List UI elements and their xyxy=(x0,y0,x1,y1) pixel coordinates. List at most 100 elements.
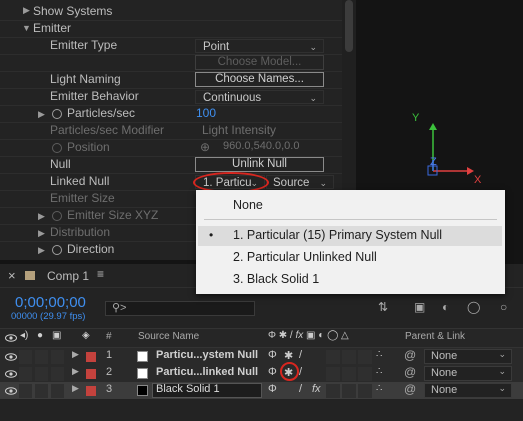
show-systems-label[interactable]: Show Systems xyxy=(33,4,112,18)
parent-dropdown[interactable]: None ⌄ xyxy=(424,349,512,364)
parent-dropdown[interactable]: None ⌄ xyxy=(424,366,512,381)
solo-toggle[interactable] xyxy=(35,367,48,381)
label-color-swatch[interactable] xyxy=(86,386,96,396)
tab-menu-icon[interactable]: ≡ xyxy=(97,267,104,281)
graph-editor-icon[interactable]: ○ xyxy=(500,300,507,314)
search-input[interactable]: ⚲˃ xyxy=(105,301,255,316)
motion-blur-toggle[interactable] xyxy=(342,384,356,398)
draft-3d-icon[interactable]: ▣ xyxy=(414,300,425,314)
timecode-display[interactable]: 0;00;00;00 xyxy=(15,294,86,311)
frame-blend-toggle[interactable] xyxy=(326,350,340,364)
effect-fx-icon[interactable]: fx xyxy=(312,383,321,395)
label-tag-icon[interactable]: ◈ xyxy=(82,330,90,341)
close-tab-icon[interactable]: × xyxy=(8,268,16,283)
collapse-icon[interactable]: ✱ xyxy=(284,349,293,362)
pick-whip-icon[interactable]: @ xyxy=(404,382,416,396)
pick-whip-icon[interactable]: @ xyxy=(404,348,416,362)
emitter-group-label[interactable]: Emitter xyxy=(33,21,71,35)
particles-sec-label: Particles/sec xyxy=(67,106,136,120)
menu-item-none[interactable]: None xyxy=(233,198,263,212)
menu-separator xyxy=(204,219,497,220)
motion-blur-toggle[interactable] xyxy=(342,367,356,381)
eye-icon[interactable] xyxy=(5,353,17,361)
menu-item-unlinked-null[interactable]: 2. Particular Unlinked Null xyxy=(233,250,377,264)
quality-icon[interactable]: / xyxy=(299,383,302,395)
audio-toggle[interactable] xyxy=(19,384,32,398)
lock-toggle[interactable] xyxy=(51,350,64,364)
comp-flowchart-icon[interactable]: ⇅ xyxy=(378,300,388,314)
layer-row[interactable]: ▶ 1 Particu...ystem Null Φ ✱ / ∴ @ None ⌄ xyxy=(0,348,523,366)
shy-icon[interactable]: Φ xyxy=(268,366,277,378)
solo-toggle[interactable] xyxy=(35,384,48,398)
emitter-behavior-dropdown[interactable]: Continuous ⌄ xyxy=(195,90,324,104)
eye-icon[interactable] xyxy=(5,387,17,395)
linked-null-label: Linked Null xyxy=(50,174,110,188)
expand-arrow-icon[interactable]: ▶ xyxy=(72,383,79,394)
eye-icon[interactable] xyxy=(5,334,17,342)
audio-icon[interactable]: ◂) xyxy=(20,330,28,341)
frame-blend-toggle[interactable] xyxy=(326,367,340,381)
parent-value: None xyxy=(431,384,458,396)
adjustment-toggle[interactable] xyxy=(358,350,372,364)
lock-toggle[interactable] xyxy=(51,384,64,398)
layer-name[interactable]: Particu...linked Null xyxy=(156,366,258,378)
motion-blur-toggle[interactable] xyxy=(342,350,356,364)
lock-icon[interactable]: ▣ xyxy=(52,330,61,341)
stopwatch-icon[interactable] xyxy=(52,245,62,255)
particles-sec-value[interactable]: 100 xyxy=(196,106,216,120)
chevron-down-icon: ⌄ xyxy=(498,383,506,393)
layer-name[interactable]: Black Solid 1 xyxy=(156,383,220,395)
shy-icon[interactable]: Φ xyxy=(268,383,277,395)
adjustment-toggle[interactable] xyxy=(358,367,372,381)
lock-toggle[interactable] xyxy=(51,367,64,381)
scrollbar-thumb[interactable] xyxy=(345,0,353,52)
audio-toggle[interactable] xyxy=(19,367,32,381)
parent-link-column-header: Parent & Link xyxy=(405,331,466,342)
parent-dropdown[interactable]: None ⌄ xyxy=(424,383,512,398)
expand-arrow-icon[interactable]: ▶ xyxy=(38,109,45,120)
emitter-type-label: Emitter Type xyxy=(50,38,118,52)
linked-null-source-dropdown[interactable]: Source ⌄ xyxy=(266,175,334,189)
layer-name[interactable]: Particu...ystem Null xyxy=(156,349,258,361)
frame-blend-toggle[interactable] xyxy=(326,384,340,398)
label-color-swatch[interactable] xyxy=(86,369,96,379)
quality-icon[interactable]: / xyxy=(299,349,302,361)
frame-blending-icon[interactable]: ◯ xyxy=(467,300,480,314)
distribution-label: Distribution xyxy=(50,225,111,239)
source-name-column-header[interactable]: Source Name xyxy=(138,331,199,342)
position-value: 960.0,540.0,0.0 xyxy=(223,140,300,152)
3d-layer-icon[interactable]: ∴ xyxy=(376,349,382,360)
audio-toggle[interactable] xyxy=(19,350,32,364)
menu-item-primary-system-null[interactable]: 1. Particular (15) Primary System Null xyxy=(233,228,442,242)
solo-toggle[interactable] xyxy=(35,350,48,364)
3d-layer-icon[interactable]: ∴ xyxy=(376,366,382,377)
choose-model-button[interactable]: Choose Model... xyxy=(195,55,324,70)
collapse-arrow-icon[interactable]: ▼ xyxy=(22,23,31,33)
expand-arrow-icon[interactable]: ▶ xyxy=(72,366,79,377)
tab-comp1[interactable]: Comp 1 xyxy=(47,269,89,283)
emitter-type-dropdown[interactable]: Point ⌄ xyxy=(195,39,324,53)
3d-layer-icon[interactable]: ∴ xyxy=(376,383,382,394)
layer-row[interactable]: ▶ 3 Black Solid 1 Φ / fx ∴ @ None ⌄ xyxy=(0,382,523,400)
label-color-swatch[interactable] xyxy=(86,352,96,362)
stopwatch-icon[interactable] xyxy=(52,109,62,119)
expand-arrow-icon[interactable]: ▶ xyxy=(38,245,45,256)
choose-names-button[interactable]: Choose Names... xyxy=(195,72,324,87)
motion-blur-icon[interactable]: ◐ xyxy=(442,300,449,314)
expand-arrow-icon[interactable]: ▶ xyxy=(72,349,79,360)
emitter-size-label: Emitter Size xyxy=(50,191,115,205)
layer-row[interactable]: ▶ 2 Particu...linked Null Φ ✱ / ∴ @ None ⌄ xyxy=(0,365,523,383)
pick-whip-icon[interactable]: @ xyxy=(404,365,416,379)
expand-arrow-icon[interactable]: ▶ xyxy=(23,5,30,16)
shy-icon[interactable]: Φ xyxy=(268,349,277,361)
solo-icon[interactable]: ● xyxy=(37,330,43,341)
unlink-null-button[interactable]: Unlink Null xyxy=(195,157,324,172)
quality-icon[interactable]: / xyxy=(299,366,302,378)
expand-arrow-icon: ▶ xyxy=(38,228,45,238)
menu-item-black-solid[interactable]: 3. Black Solid 1 xyxy=(233,272,319,286)
particles-sec-modifier-label: Particles/sec Modifier xyxy=(50,123,165,137)
eye-icon[interactable] xyxy=(5,370,17,378)
parent-value: None xyxy=(431,350,458,362)
adjustment-toggle[interactable] xyxy=(358,384,372,398)
selected-bullet-icon: • xyxy=(209,228,214,242)
